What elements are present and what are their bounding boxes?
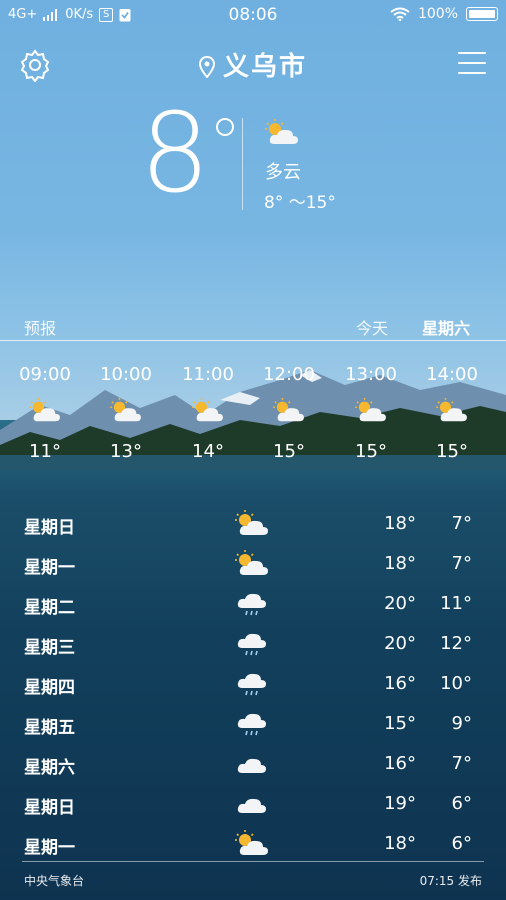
wifi-icon [390, 7, 410, 21]
day-high: 18° [384, 553, 416, 574]
day-high: 20° [384, 593, 416, 614]
status-right: 100% [390, 6, 498, 22]
city-title[interactable]: 义乌市 [0, 46, 506, 83]
partly-cloudy-icon [234, 509, 270, 543]
day-high: 18° [384, 833, 416, 854]
degree-symbol [216, 118, 234, 136]
day-low: 6° [451, 793, 472, 814]
hour-time: 09:00 [19, 364, 71, 385]
current-weekday-label: 星期六 [422, 319, 471, 338]
current-condition: 多云 [265, 162, 301, 183]
battery-icon [466, 7, 498, 21]
partly-cloudy-icon [86, 397, 166, 427]
daily-row[interactable]: 星期日 19° 6° [0, 785, 506, 825]
partly-cloudy-icon [249, 397, 329, 427]
day-name: 星期日 [24, 518, 75, 538]
day-low: 6° [451, 833, 472, 854]
partly-cloudy-icon [234, 549, 270, 583]
hour-time: 10:00 [100, 364, 152, 385]
current-temperature: 8 [140, 89, 210, 217]
hour-time: 12:00 [263, 364, 315, 385]
day-name: 星期二 [24, 598, 75, 618]
cloud-icon [234, 789, 270, 823]
menu-line [458, 72, 486, 74]
day-name: 星期三 [24, 638, 75, 658]
daily-row[interactable]: 星期五 15° 9° [0, 705, 506, 745]
day-high: 18° [384, 513, 416, 534]
current-divider [242, 118, 243, 210]
day-low: 7° [451, 553, 472, 574]
rain-icon [234, 629, 270, 663]
daily-row[interactable]: 星期一 18° 7° [0, 545, 506, 585]
hourly-item: 14:00 15° [412, 364, 492, 462]
section-divider [0, 340, 506, 341]
partly-cloudy-icon [331, 397, 411, 427]
day-low: 11° [440, 593, 472, 614]
top-bar: 义乌市 [0, 42, 506, 86]
cloud-icon [234, 749, 270, 783]
partly-cloudy-icon [5, 397, 85, 427]
day-name: 星期六 [24, 758, 75, 778]
rain-icon [234, 589, 270, 623]
day-high: 20° [384, 633, 416, 654]
forecast-label: 预报 [24, 319, 57, 338]
hour-temp: 13° [110, 441, 142, 462]
today-label: 今天 [356, 319, 389, 338]
day-high: 19° [384, 793, 416, 814]
day-high: 15° [384, 713, 416, 734]
partly-cloudy-icon [234, 829, 270, 863]
rain-icon [234, 669, 270, 703]
partly-cloudy-icon [168, 397, 248, 427]
day-high: 16° [384, 753, 416, 774]
hour-temp: 14° [192, 441, 224, 462]
city-name: 义乌市 [222, 52, 307, 82]
day-low: 9° [451, 713, 472, 734]
menu-line [458, 62, 486, 64]
hour-time: 14:00 [426, 364, 478, 385]
daily-row[interactable]: 星期一 18° 6° [0, 825, 506, 865]
daily-row[interactable]: 星期日 18° 7° [0, 505, 506, 545]
hourly-item: 09:00 11° [5, 364, 85, 462]
daily-row[interactable]: 星期三 20° 12° [0, 625, 506, 665]
partly-cloudy-icon [412, 397, 492, 427]
hourly-item: 10:00 13° [86, 364, 166, 462]
menu-line [458, 52, 486, 54]
day-name: 星期一 [24, 558, 75, 578]
hour-temp: 11° [29, 441, 61, 462]
menu-button[interactable] [458, 52, 486, 76]
day-name: 星期五 [24, 718, 75, 738]
battery-percent: 100% [417, 6, 458, 22]
hourly-item: 12:00 15° [249, 364, 329, 462]
rain-icon [234, 709, 270, 743]
day-name: 星期日 [24, 798, 75, 818]
day-high: 16° [384, 673, 416, 694]
publish-time: 07:15 发布 [419, 874, 482, 888]
location-pin-icon [198, 56, 215, 78]
day-name: 星期四 [24, 678, 75, 698]
day-low: 7° [451, 513, 472, 534]
hour-time: 13:00 [345, 364, 397, 385]
data-source: 中央气象台 [24, 874, 85, 888]
hour-time: 11:00 [182, 364, 234, 385]
hour-temp: 15° [355, 441, 387, 462]
partly-cloudy-icon [265, 119, 298, 144]
hourly-item: 11:00 14° [168, 364, 248, 462]
current-range: 8° ～15° [264, 193, 336, 213]
day-low: 7° [451, 753, 472, 774]
daily-row[interactable]: 星期二 20° 11° [0, 585, 506, 625]
day-name: 星期一 [24, 838, 75, 858]
daily-row[interactable]: 星期四 16° 10° [0, 665, 506, 705]
daily-row[interactable]: 星期六 16° 7° [0, 745, 506, 785]
hour-temp: 15° [273, 441, 305, 462]
status-bar: 4G+ 0K/s S 08:06 100% [0, 0, 506, 30]
footer-divider [22, 861, 484, 862]
day-low: 10° [440, 673, 472, 694]
hour-temp: 15° [436, 441, 468, 462]
day-low: 12° [440, 633, 472, 654]
hourly-item: 13:00 15° [331, 364, 411, 462]
